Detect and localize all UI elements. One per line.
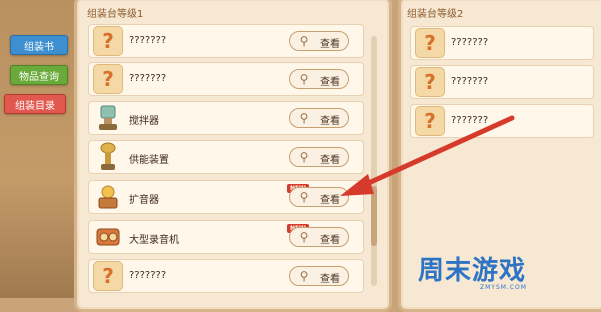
watermark-url: ZMYSM.COM xyxy=(480,284,527,291)
watermark-title: 周末游戏 xyxy=(418,256,527,286)
watermark: 周末游戏 ZMYSM.COM xyxy=(418,250,598,296)
